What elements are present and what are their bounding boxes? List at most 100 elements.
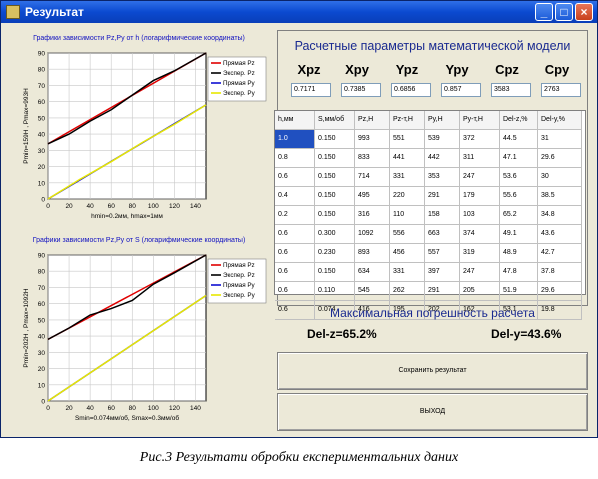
- x-tick-label: 60: [108, 405, 116, 412]
- table-cell[interactable]: 539: [425, 130, 460, 149]
- table-cell[interactable]: 442: [425, 149, 460, 168]
- table-cell[interactable]: 372: [460, 130, 500, 149]
- table-cell[interactable]: 29.6: [538, 282, 582, 301]
- table-cell[interactable]: 0.6: [275, 168, 315, 187]
- table-cell[interactable]: 0.6: [275, 244, 315, 263]
- table-cell[interactable]: 0.150: [315, 130, 355, 149]
- results-table[interactable]: h,мм S,мм/об Pz,Н Pz-т,Н Py,Н Py-т,Н Del-z,% De…: [274, 110, 586, 320]
- table-header-cell: Del-z,%: [500, 111, 538, 130]
- y-tick-label: 30: [38, 148, 46, 155]
- table-cell[interactable]: 103: [460, 206, 500, 225]
- table-cell[interactable]: 0.150: [315, 263, 355, 282]
- param-field-ypz[interactable]: 0.6856: [391, 83, 431, 97]
- param-field-ypy[interactable]: 0.857: [441, 83, 481, 97]
- table-cell[interactable]: 34.8: [538, 206, 582, 225]
- table-cell[interactable]: 220: [390, 187, 425, 206]
- table-cell[interactable]: 456: [390, 244, 425, 263]
- table-cell[interactable]: 331: [390, 263, 425, 282]
- x-tick-label: 40: [87, 405, 95, 412]
- table-cell[interactable]: 0.150: [315, 206, 355, 225]
- table-cell[interactable]: 31: [538, 130, 582, 149]
- table-cell[interactable]: 55.6: [500, 187, 538, 206]
- table-cell[interactable]: 545: [355, 282, 390, 301]
- table-cell[interactable]: 634: [355, 263, 390, 282]
- table-cell[interactable]: 495: [355, 187, 390, 206]
- param-field-xpz[interactable]: 0.7171: [291, 83, 331, 97]
- table-cell[interactable]: 110: [390, 206, 425, 225]
- table-cell[interactable]: 319: [460, 244, 500, 263]
- table-cell[interactable]: 43.6: [538, 225, 582, 244]
- param-field-xpy[interactable]: 0.7385: [341, 83, 381, 97]
- table-cell[interactable]: 0.6: [275, 282, 315, 301]
- table-cell[interactable]: 993: [355, 130, 390, 149]
- table-cell[interactable]: 262: [390, 282, 425, 301]
- table-cell[interactable]: 42.7: [538, 244, 582, 263]
- table-cell[interactable]: 247: [460, 168, 500, 187]
- legend-label: Прямая Pz: [223, 60, 255, 67]
- x-tick-label: 100: [148, 405, 159, 412]
- minimize-button[interactable]: _: [535, 3, 553, 21]
- table-cell[interactable]: 311: [460, 149, 500, 168]
- table-cell[interactable]: 714: [355, 168, 390, 187]
- table-cell[interactable]: 247: [460, 263, 500, 282]
- table-cell[interactable]: 1.0: [275, 130, 315, 149]
- table-cell[interactable]: 374: [460, 225, 500, 244]
- table-cell[interactable]: 0.4: [275, 187, 315, 206]
- table-cell[interactable]: 0.6: [275, 263, 315, 282]
- chart-bottom-title: Графики зависимости Pz,Py от S (логарифм…: [32, 237, 246, 244]
- table-cell[interactable]: 53.6: [500, 168, 538, 187]
- table-cell[interactable]: 30: [538, 168, 582, 187]
- table-cell[interactable]: 0.150: [315, 149, 355, 168]
- table-cell[interactable]: 29.6: [538, 149, 582, 168]
- table-cell[interactable]: 291: [425, 282, 460, 301]
- table-cell[interactable]: 158: [425, 206, 460, 225]
- title-bar[interactable]: Результат _ □ ×: [1, 1, 597, 23]
- table-cell[interactable]: 179: [460, 187, 500, 206]
- param-field-cpz[interactable]: 3583: [491, 83, 531, 97]
- table-cell[interactable]: 316: [355, 206, 390, 225]
- table-cell[interactable]: 0.6: [275, 225, 315, 244]
- table-cell[interactable]: 0.230: [315, 244, 355, 263]
- table-cell[interactable]: 205: [460, 282, 500, 301]
- table-cell[interactable]: 38.5: [538, 187, 582, 206]
- x-tick-label: 120: [169, 203, 180, 210]
- table-cell[interactable]: 37.8: [538, 263, 582, 282]
- close-button[interactable]: ×: [575, 3, 593, 21]
- table-cell[interactable]: 0.300: [315, 225, 355, 244]
- table-cell[interactable]: 0.8: [275, 149, 315, 168]
- table-cell[interactable]: 291: [425, 187, 460, 206]
- legend-label: Экспер. Pz: [223, 70, 255, 77]
- table-cell[interactable]: 0.150: [315, 187, 355, 206]
- table-cell[interactable]: 1092: [355, 225, 390, 244]
- table-cell[interactable]: 48.9: [500, 244, 538, 263]
- table-cell[interactable]: 331: [390, 168, 425, 187]
- table-cell[interactable]: 551: [390, 130, 425, 149]
- result-window: Результат _ □ × Графики зависимости Pz,P…: [0, 0, 598, 438]
- table-cell[interactable]: 441: [390, 149, 425, 168]
- table-cell[interactable]: 47.1: [500, 149, 538, 168]
- param-field-cpy[interactable]: 2763: [541, 83, 581, 97]
- exit-button[interactable]: ВЫХОД: [277, 393, 588, 431]
- table-cell[interactable]: 47.8: [500, 263, 538, 282]
- save-result-button[interactable]: Сохранить результат: [277, 352, 588, 390]
- y-axis-label: Pmin=159Н , Pmax=993Н: [23, 88, 30, 164]
- maximize-button[interactable]: □: [555, 3, 573, 21]
- table-cell[interactable]: 397: [425, 263, 460, 282]
- legend-label: Прямая Py: [223, 282, 256, 289]
- table-cell[interactable]: 65.2: [500, 206, 538, 225]
- table-cell[interactable]: 51.9: [500, 282, 538, 301]
- table-cell[interactable]: 0.2: [275, 206, 315, 225]
- plot-area: [47, 52, 207, 200]
- table-cell[interactable]: 49.1: [500, 225, 538, 244]
- figure-caption: Рис.3 Результати обробки експериментальн…: [139, 450, 459, 465]
- table-cell[interactable]: 353: [425, 168, 460, 187]
- table-cell[interactable]: 663: [425, 225, 460, 244]
- table-cell[interactable]: 44.5: [500, 130, 538, 149]
- table-cell[interactable]: 556: [390, 225, 425, 244]
- table-cell[interactable]: 0.110: [315, 282, 355, 301]
- table-cell[interactable]: 557: [425, 244, 460, 263]
- legend-label: Экспер. Pz: [223, 272, 255, 279]
- table-cell[interactable]: 893: [355, 244, 390, 263]
- table-cell[interactable]: 833: [355, 149, 390, 168]
- table-cell[interactable]: 0.150: [315, 168, 355, 187]
